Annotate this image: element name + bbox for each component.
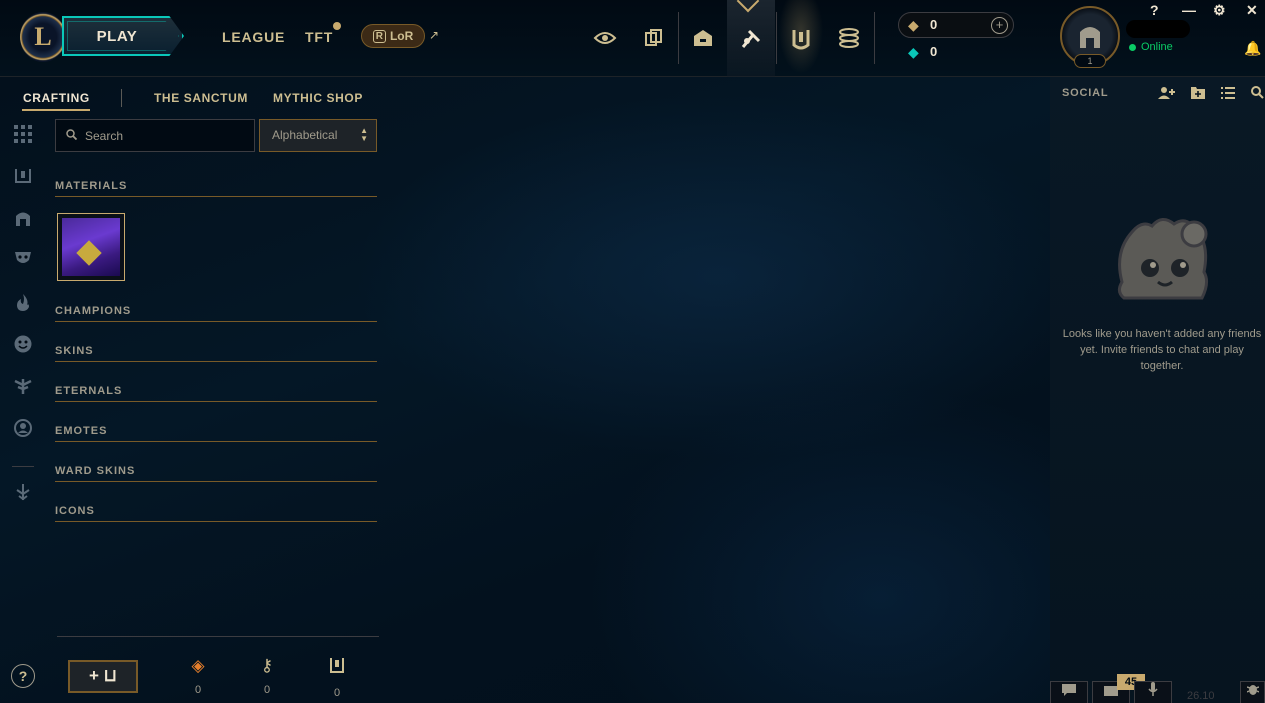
section-label: WARD SKINS bbox=[55, 465, 136, 477]
tab-mythic-shop[interactable]: MYTHIC SHOP bbox=[273, 91, 363, 105]
close-button[interactable]: ✕ bbox=[1246, 2, 1258, 19]
profile-backpack-icon[interactable] bbox=[683, 18, 723, 58]
chest-stat: 0 bbox=[325, 656, 349, 699]
tft-tab[interactable]: TFT bbox=[305, 29, 333, 45]
key-icon: ⚷ bbox=[260, 656, 274, 675]
tab-crafting[interactable]: CRAFTING bbox=[23, 91, 90, 105]
notification-bell-icon[interactable]: 🔔 bbox=[1244, 40, 1261, 57]
be-value: 0 bbox=[930, 44, 938, 59]
add-folder-icon[interactable] bbox=[1191, 86, 1205, 102]
sort-value: Alphabetical bbox=[272, 128, 338, 142]
all-items-grid-icon[interactable] bbox=[12, 125, 34, 147]
rp-value: 0 bbox=[930, 17, 938, 32]
league-tab[interactable]: LEAGUE bbox=[222, 29, 285, 45]
hextech-chest-icon[interactable] bbox=[777, 0, 825, 77]
section-label: CHAMPIONS bbox=[55, 305, 132, 317]
key-stat: ⚷ 0 bbox=[255, 656, 279, 696]
voice-button[interactable] bbox=[1134, 681, 1172, 703]
champion-helmet-icon[interactable] bbox=[12, 209, 34, 231]
sort-arrows-icon: ▲ ▼ bbox=[360, 126, 368, 143]
section-emotes[interactable]: EMOTES bbox=[55, 424, 377, 442]
chest-filter-icon[interactable] bbox=[12, 167, 34, 189]
chest-icon bbox=[329, 658, 345, 678]
league-logo-icon[interactable]: L bbox=[20, 12, 66, 62]
section-icons[interactable]: ICONS bbox=[55, 504, 377, 522]
orange-essence-value: 0 bbox=[194, 684, 202, 696]
section-materials[interactable]: MATERIALS bbox=[55, 179, 377, 197]
tab-the-sanctum[interactable]: THE SANCTUM bbox=[154, 91, 248, 105]
client-version: 26.10 bbox=[1187, 690, 1215, 702]
tft-notification-dot bbox=[333, 22, 341, 30]
blue-essence-icon: ◆ bbox=[908, 44, 919, 60]
side-divider bbox=[12, 466, 34, 467]
no-friends-message: Looks like you haven't added any friends… bbox=[1062, 328, 1262, 372]
chat-button[interactable] bbox=[1050, 681, 1088, 703]
key-value: 0 bbox=[263, 684, 271, 696]
buy-rp-button[interactable]: + bbox=[991, 17, 1008, 34]
section-champions[interactable]: CHAMPIONS bbox=[55, 304, 377, 322]
emote-face-icon[interactable] bbox=[12, 335, 34, 357]
section-label: ICONS bbox=[55, 505, 95, 517]
section-eternals[interactable]: ETERNALS bbox=[55, 384, 377, 402]
sort-dropdown[interactable]: Alphabetical ▲ ▼ bbox=[259, 119, 377, 152]
add-friend-icon[interactable] bbox=[1158, 86, 1176, 103]
section-label: EMOTES bbox=[55, 425, 108, 437]
orange-essence-stat: ◈ 0 bbox=[186, 656, 210, 696]
chest-value: 0 bbox=[333, 687, 341, 699]
external-link-icon: ↗ bbox=[429, 28, 440, 42]
social-panel bbox=[1050, 77, 1265, 703]
orange-essence-icon: ◈ bbox=[191, 656, 205, 675]
username-redacted bbox=[1126, 20, 1190, 38]
section-skins[interactable]: SKINS bbox=[55, 344, 377, 362]
search-field[interactable] bbox=[55, 119, 255, 152]
misc-filter-icon[interactable] bbox=[12, 483, 34, 505]
play-button[interactable]: PLAY bbox=[62, 16, 184, 56]
tft-hub-icon[interactable] bbox=[585, 18, 625, 58]
search-input[interactable] bbox=[85, 128, 245, 143]
help-button[interactable]: ? bbox=[1150, 2, 1159, 18]
section-label: MATERIALS bbox=[55, 180, 128, 192]
section-label: ETERNALS bbox=[55, 385, 123, 397]
poro-icon bbox=[1112, 212, 1212, 308]
skin-mask-icon[interactable] bbox=[12, 250, 34, 272]
settings-button[interactable]: ⚙ bbox=[1213, 2, 1226, 19]
loot-help-button[interactable]: ? bbox=[11, 664, 35, 688]
lor-badge-icon: R bbox=[372, 29, 386, 43]
material-item[interactable] bbox=[57, 213, 125, 281]
social-search-icon[interactable] bbox=[1251, 86, 1264, 102]
nav-divider bbox=[678, 12, 679, 64]
section-label: SKINS bbox=[55, 345, 94, 357]
status-text[interactable]: Online bbox=[1141, 41, 1173, 53]
rp-icon: ◆ bbox=[908, 17, 919, 33]
tab-underline bbox=[22, 109, 90, 111]
loot-bar-divider bbox=[57, 636, 379, 637]
collection-cards-icon[interactable] bbox=[633, 18, 673, 58]
subnav-divider bbox=[121, 89, 122, 107]
hextech-chest-art-icon bbox=[62, 218, 120, 276]
ward-skin-icon[interactable] bbox=[12, 377, 34, 399]
eternals-flame-icon[interactable] bbox=[12, 293, 34, 315]
section-ward-skins[interactable]: WARD SKINS bbox=[55, 464, 377, 482]
lor-label: LoR bbox=[389, 29, 414, 43]
nav-divider bbox=[874, 12, 875, 64]
lor-button[interactable]: R LoR bbox=[361, 24, 425, 48]
buy-chest-button[interactable]: + ⊔ bbox=[68, 660, 138, 693]
level-badge: 1 bbox=[1074, 54, 1106, 68]
bug-report-icon[interactable] bbox=[1240, 681, 1265, 703]
summoner-icon-filter-icon[interactable] bbox=[12, 419, 34, 441]
loot-crafting-tab[interactable] bbox=[727, 0, 775, 77]
store-coins-icon[interactable] bbox=[829, 18, 869, 58]
online-status-dot bbox=[1129, 44, 1136, 51]
social-title: SOCIAL bbox=[1062, 87, 1109, 99]
search-icon bbox=[66, 128, 78, 143]
minimize-button[interactable]: — bbox=[1182, 2, 1196, 18]
list-view-icon[interactable] bbox=[1221, 86, 1235, 102]
